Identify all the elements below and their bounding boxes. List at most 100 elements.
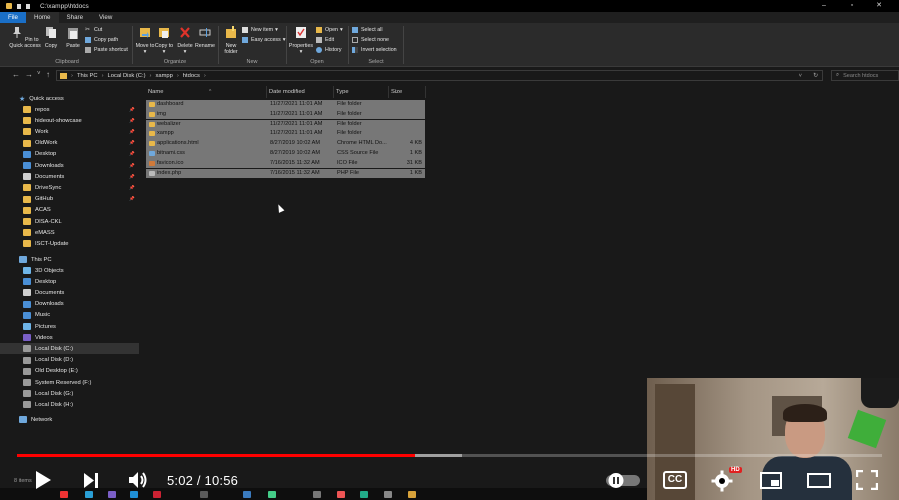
breadcrumb-htdocs[interactable]: htdocs [183, 73, 200, 79]
file-explorer-icon[interactable] [408, 491, 416, 498]
file-row[interactable]: index.php 7/16/2015 11:32 AM PHP File 1 KB [146, 168, 425, 179]
sidebar-item-isct-update[interactable]: ISCT-Update [0, 238, 139, 249]
pin-icon[interactable]: 📌 [129, 129, 135, 135]
history-button[interactable]: History [316, 47, 341, 53]
sidebar-item-emass[interactable]: eMASS [0, 227, 139, 238]
app-icon[interactable] [243, 491, 251, 498]
sidebar-item-local-disk-d-[interactable]: Local Disk (D:) [0, 355, 139, 366]
sidebar-item-disa-ckl[interactable]: DISA-CKL [0, 216, 139, 227]
column-header-name[interactable]: Name ^ [145, 86, 267, 98]
app-icon[interactable] [384, 491, 392, 498]
sidebar-item-oldwork[interactable]: OldWork 📌 [0, 138, 139, 149]
app-icon[interactable] [200, 491, 208, 498]
tab-view[interactable]: View [91, 12, 120, 23]
new-folder-quick-icon[interactable] [26, 3, 30, 9]
sidebar-item-work[interactable]: Work 📌 [0, 126, 139, 137]
forward-arrow-icon[interactable]: → [25, 70, 33, 79]
sidebar-item-drivesync[interactable]: DriveSync 📌 [0, 182, 139, 193]
search-input[interactable]: ⌕ Search htdocs [831, 70, 899, 81]
file-row[interactable]: img 11/27/2021 11:01 AM File folder [146, 109, 425, 120]
pin-icon[interactable]: 📌 [129, 118, 135, 124]
breadcrumb-local-disk[interactable]: Local Disk (C:) [108, 73, 146, 79]
tab-file[interactable]: File [0, 12, 26, 23]
open-button[interactable]: Open ▾ [316, 27, 343, 33]
breadcrumb-this-pc[interactable]: This PC [77, 73, 98, 79]
play-icon[interactable] [33, 469, 53, 491]
vscode-icon[interactable] [130, 491, 138, 498]
autoplay-toggle[interactable] [606, 473, 640, 488]
paste-button[interactable]: Paste [62, 26, 84, 49]
pin-quick-access-button[interactable]: Pin to Quick access [8, 26, 42, 49]
file-row[interactable]: dashboard 11/27/2021 11:01 AM File folder [146, 100, 425, 110]
file-row[interactable]: applications.html 8/27/2019 10:02 AM Chrom… [146, 139, 425, 149]
app-icon[interactable] [85, 491, 93, 498]
cut-button[interactable]: ✂ Cut [85, 27, 102, 33]
breadcrumb-xampp[interactable]: xampp [155, 73, 172, 79]
sidebar-item-local-disk-g-[interactable]: Local Disk (G:) [0, 388, 139, 399]
video-progress-bar[interactable] [17, 454, 882, 457]
sidebar-item-old-desktop-e-[interactable]: Old Desktop (E:) [0, 366, 139, 377]
sidebar-item-videos[interactable]: Videos [0, 332, 139, 343]
pin-icon[interactable]: 📌 [129, 174, 135, 180]
copy-path-button[interactable]: Copy path [85, 37, 118, 43]
sidebar-item-music[interactable]: Music [0, 310, 139, 321]
sidebar-item-repos[interactable]: repos 📌 [0, 104, 139, 115]
select-none-button[interactable]: Select none [352, 37, 389, 43]
tab-home[interactable]: Home [25, 12, 59, 23]
tab-share[interactable]: Share [59, 12, 92, 23]
nav-this-pc[interactable]: This PC [0, 254, 139, 265]
maximize-button[interactable]: ▫ [840, 0, 864, 12]
pin-icon[interactable]: 📌 [129, 196, 135, 202]
file-row[interactable]: webalizer 11/27/2021 11:01 AM File folder [146, 119, 425, 130]
new-folder-button[interactable]: New folder [219, 26, 243, 55]
app-icon[interactable] [268, 491, 276, 498]
fullscreen-icon[interactable] [856, 470, 878, 490]
address-field[interactable]: › This PC › Local Disk (C:) › xampp › ht… [56, 70, 823, 81]
steam-icon[interactable] [313, 491, 321, 498]
nav-network[interactable]: Network [0, 414, 139, 425]
properties-button[interactable]: Properties ▾ [287, 26, 315, 55]
column-header-type[interactable]: Type [333, 86, 389, 98]
visual-studio-icon[interactable] [108, 491, 116, 498]
up-arrow-icon[interactable]: ↑ [46, 70, 50, 79]
sidebar-item-3d-objects[interactable]: 3D Objects [0, 265, 139, 276]
close-button[interactable]: ✕ [867, 0, 891, 12]
properties-quick-icon[interactable] [17, 3, 21, 9]
sidebar-item-downloads[interactable]: Downloads 📌 [0, 160, 139, 171]
select-all-button[interactable]: Select all [352, 27, 383, 33]
volume-icon[interactable] [127, 470, 149, 490]
sidebar-item-local-disk-h-[interactable]: Local Disk (H:) [0, 399, 139, 410]
column-header-date[interactable]: Date modified [266, 86, 334, 98]
file-row[interactable]: favicon.ico 7/16/2015 11:32 AM ICO File 31 … [146, 158, 425, 169]
sidebar-item-system-reserved-f-[interactable]: System Reserved (F:) [0, 377, 139, 388]
sidebar-item-acas[interactable]: ACAS [0, 205, 139, 216]
file-row[interactable]: bitnami.css 8/27/2019 10:02 AM CSS Source … [146, 149, 425, 159]
app-icon[interactable] [153, 491, 161, 498]
sidebar-item-desktop[interactable]: Desktop [0, 276, 139, 287]
sidebar-item-documents[interactable]: Documents [0, 287, 139, 298]
miniplayer-icon[interactable] [760, 472, 782, 489]
chrome-icon[interactable] [60, 491, 68, 498]
chevron-down-icon[interactable]: ˅ [37, 71, 41, 77]
sidebar-item-documents[interactable]: Documents 📌 [0, 171, 139, 182]
column-header-size[interactable]: Size [388, 86, 426, 98]
captions-button[interactable]: CC [663, 471, 687, 489]
sidebar-item-github[interactable]: GitHub 📌 [0, 194, 139, 205]
copy-button[interactable]: Copy [41, 26, 61, 49]
pin-icon[interactable]: 📌 [129, 185, 135, 191]
refresh-icon[interactable]: ↻ [813, 73, 818, 79]
back-arrow-icon[interactable]: ← [12, 70, 20, 79]
sidebar-item-hideout-showcase[interactable]: hideout-showcase 📌 [0, 115, 139, 126]
new-item-button[interactable]: New item ▾ [242, 27, 278, 33]
easy-access-button[interactable]: Easy access ▾ [242, 37, 285, 43]
paste-shortcut-button[interactable]: Paste shortcut [85, 47, 128, 53]
next-icon[interactable] [82, 472, 100, 489]
minimize-button[interactable]: – [812, 0, 836, 12]
rename-button[interactable]: Rename [193, 26, 217, 49]
chevron-down-icon[interactable]: ˅ [799, 73, 802, 79]
filezilla-icon[interactable] [337, 491, 345, 498]
sidebar-item-pictures[interactable]: Pictures [0, 321, 139, 332]
file-row[interactable]: xampp 11/27/2021 11:01 AM File folder [146, 129, 425, 140]
sidebar-item-desktop[interactable]: Desktop 📌 [0, 149, 139, 160]
pin-icon[interactable]: 📌 [129, 151, 135, 157]
